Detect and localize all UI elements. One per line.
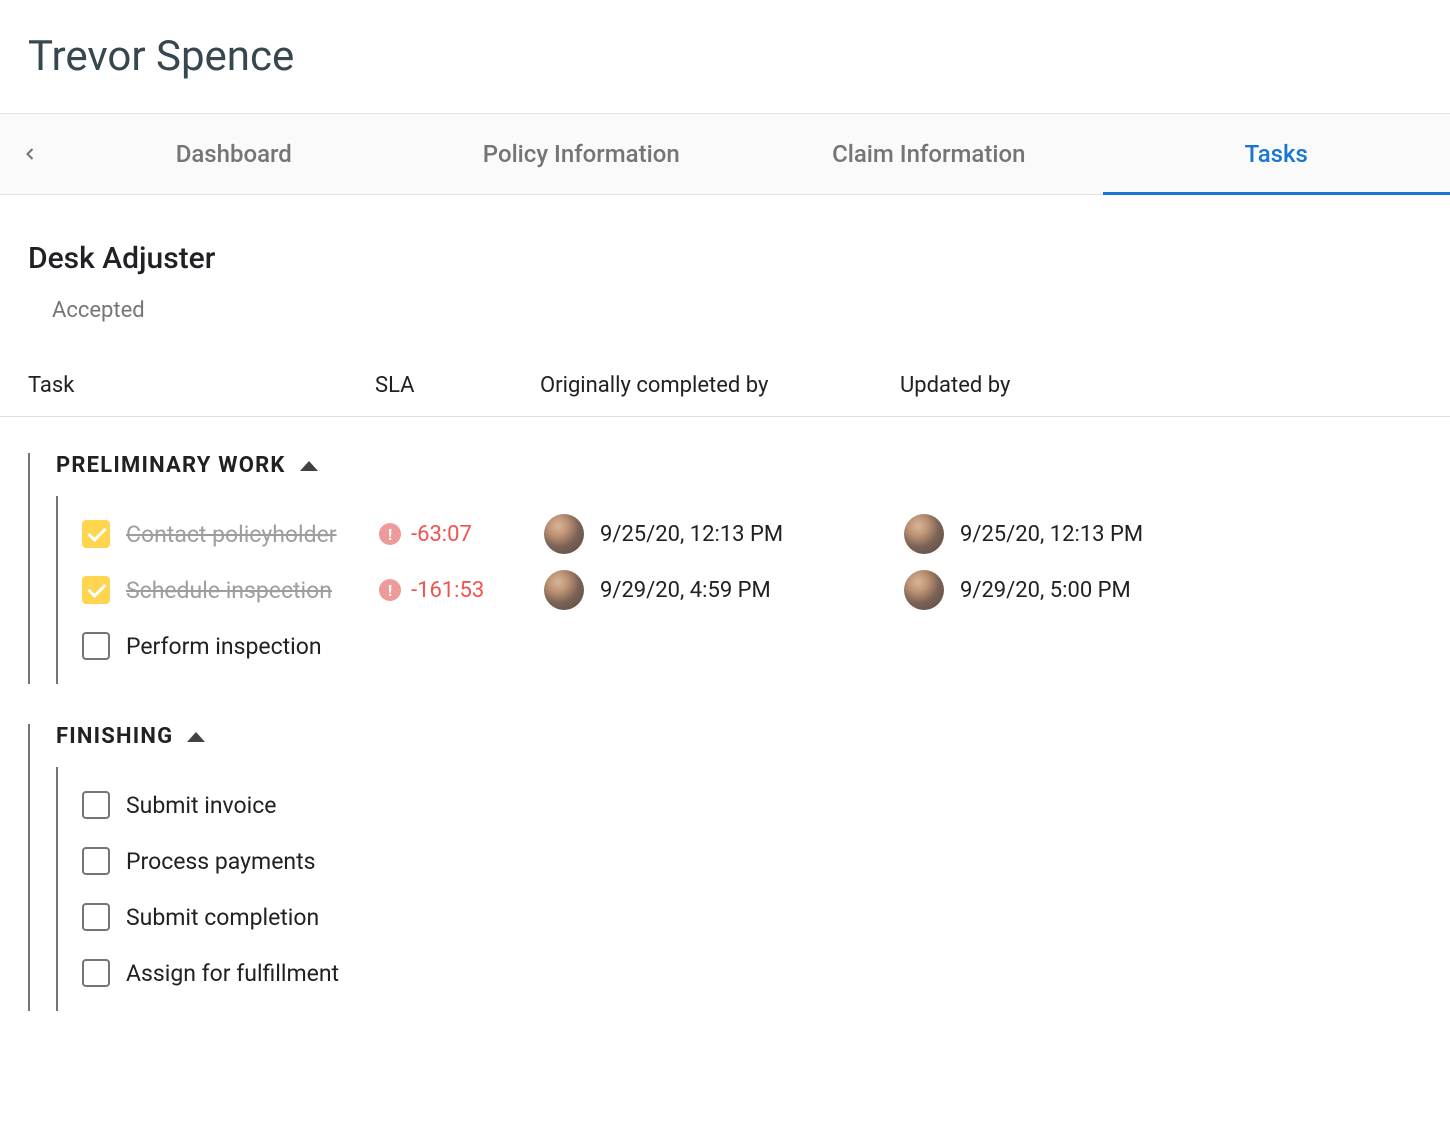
column-header-task: Task	[0, 373, 375, 398]
avatar	[544, 570, 584, 610]
task-label: Perform inspection	[126, 633, 322, 660]
task-row: Submit invoice	[82, 777, 1450, 833]
task-label: Contact policyholder	[126, 521, 337, 548]
task-cell: Assign for fulfillment	[82, 959, 379, 987]
task-label: Process payments	[126, 848, 315, 875]
caret-up-icon	[300, 461, 318, 471]
group-title: PRELIMINARY WORK	[56, 453, 286, 478]
group-title: FINISHING	[56, 724, 173, 749]
chevron-left-icon	[20, 144, 40, 164]
column-header-updated-by: Updated by	[900, 373, 1220, 398]
avatar	[904, 570, 944, 610]
page-title: Trevor Spence	[0, 0, 1450, 113]
task-cell: Schedule inspection	[82, 576, 379, 604]
task-checkbox[interactable]	[82, 791, 110, 819]
tab-claim-information[interactable]: Claim Information	[755, 114, 1103, 194]
originally-completed-timestamp: 9/25/20, 12:13 PM	[600, 522, 783, 547]
task-row: Perform inspection	[82, 618, 1450, 674]
task-checkbox[interactable]	[82, 632, 110, 660]
task-checkbox[interactable]	[82, 959, 110, 987]
avatar	[544, 514, 584, 554]
tabs-bar: DashboardPolicy InformationClaim Informa…	[0, 113, 1450, 195]
task-checkbox[interactable]	[82, 520, 110, 548]
task-label: Schedule inspection	[126, 577, 332, 604]
column-header-originally-completed-by: Originally completed by	[540, 373, 900, 398]
task-label: Submit invoice	[126, 792, 276, 819]
sla-value: -161:53	[411, 578, 484, 603]
content-area: Desk Adjuster Accepted Task SLA Original…	[0, 195, 1450, 1011]
task-groups: PRELIMINARY WORK Contact policyholder! -63…	[0, 417, 1450, 1011]
task-group: FINISHINGSubmit invoiceProcess paymentsS…	[28, 724, 1450, 1011]
task-row: Schedule inspection! -161:53 9/29/20, 4:59…	[82, 562, 1450, 618]
task-group: PRELIMINARY WORK Contact policyholder! -63…	[28, 453, 1450, 684]
updated-timestamp: 9/29/20, 5:00 PM	[960, 578, 1131, 603]
originally-completed-cell: 9/25/20, 12:13 PM	[544, 514, 904, 554]
updated-timestamp: 9/25/20, 12:13 PM	[960, 522, 1143, 547]
status-text: Accepted	[0, 276, 1450, 323]
task-row: Process payments	[82, 833, 1450, 889]
task-list: Contact policyholder! -63:07 9/25/20, 12:1…	[56, 496, 1450, 684]
task-cell: Contact policyholder	[82, 520, 379, 548]
group-header[interactable]: PRELIMINARY WORK	[56, 453, 1450, 488]
back-button[interactable]	[0, 144, 60, 164]
task-checkbox[interactable]	[82, 576, 110, 604]
sla-cell: ! -63:07	[379, 522, 544, 547]
tab-dashboard[interactable]: Dashboard	[60, 114, 408, 194]
task-label: Submit completion	[126, 904, 319, 931]
task-row: Contact policyholder! -63:07 9/25/20, 12:1…	[82, 506, 1450, 562]
updated-by-cell: 9/25/20, 12:13 PM	[904, 514, 1224, 554]
sla-value: -63:07	[411, 522, 472, 547]
role-title: Desk Adjuster	[0, 205, 1450, 276]
task-cell: Submit invoice	[82, 791, 379, 819]
updated-by-cell: 9/29/20, 5:00 PM	[904, 570, 1224, 610]
alert-icon: !	[379, 523, 401, 545]
avatar	[904, 514, 944, 554]
task-cell: Perform inspection	[82, 632, 379, 660]
sla-cell: ! -161:53	[379, 578, 544, 603]
task-checkbox[interactable]	[82, 847, 110, 875]
task-label: Assign for fulfillment	[126, 960, 339, 987]
column-header-sla: SLA	[375, 373, 540, 398]
tab-tasks[interactable]: Tasks	[1103, 114, 1450, 194]
task-list: Submit invoice Process payments Submit com…	[56, 767, 1450, 1011]
caret-up-icon	[187, 732, 205, 742]
task-row: Assign for fulfillment	[82, 945, 1450, 1001]
group-header[interactable]: FINISHING	[56, 724, 1450, 759]
task-cell: Submit completion	[82, 903, 379, 931]
originally-completed-timestamp: 9/29/20, 4:59 PM	[600, 578, 771, 603]
task-row: Submit completion	[82, 889, 1450, 945]
originally-completed-cell: 9/29/20, 4:59 PM	[544, 570, 904, 610]
table-header: Task SLA Originally completed by Updated…	[0, 323, 1450, 417]
tab-policy-information[interactable]: Policy Information	[408, 114, 756, 194]
alert-icon: !	[379, 579, 401, 601]
task-cell: Process payments	[82, 847, 379, 875]
task-checkbox[interactable]	[82, 903, 110, 931]
